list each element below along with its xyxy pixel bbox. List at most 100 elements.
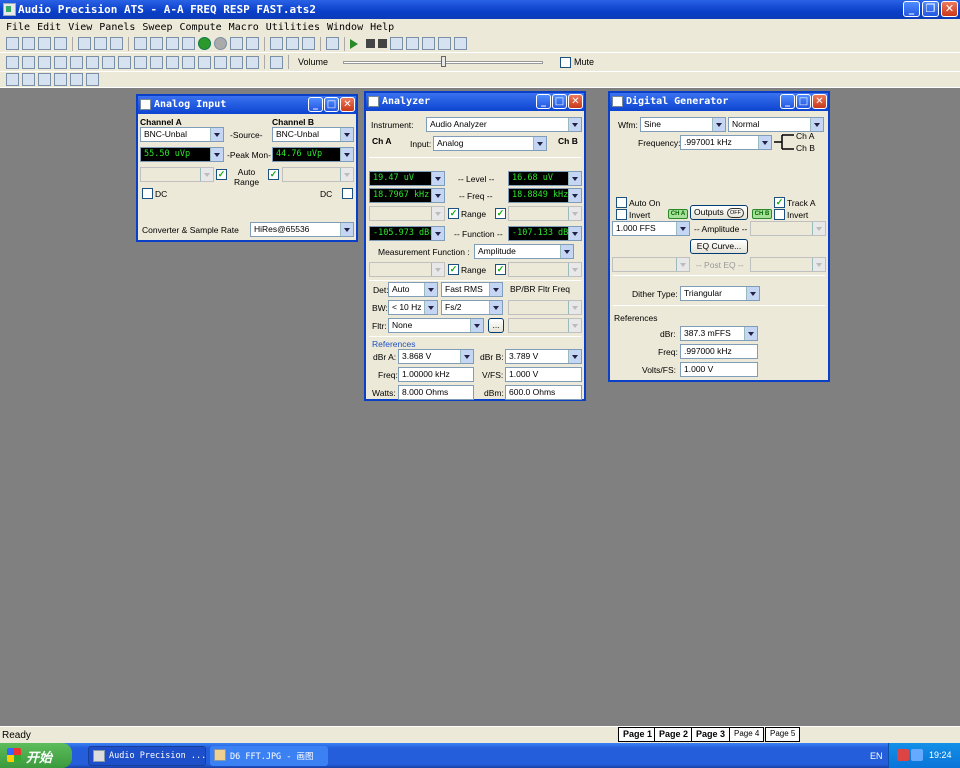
layout-icon[interactable] [326,37,339,50]
volume-slider[interactable] [343,56,544,68]
arrow-down-icon[interactable] [214,55,227,69]
digital-generator-title-bar[interactable]: Digital Generator _ □ ✕ [610,93,828,111]
peak-a-readout[interactable]: 55.50 uVp [140,147,224,162]
compute-1-icon[interactable] [6,73,19,86]
volts-fs-field[interactable]: 1.000 V [680,362,758,377]
page-tab-3[interactable]: Page 3 [691,727,731,742]
wfm-mode-select[interactable]: Normal [728,117,824,132]
save-as-icon[interactable] [54,37,67,50]
chart-icon[interactable] [230,55,243,69]
auto-range-b-checkbox[interactable]: ✓ [268,169,279,180]
digital-generator-minimize[interactable]: _ [780,94,795,109]
save-icon[interactable] [38,37,51,50]
bpbr-freq-field[interactable] [508,300,582,315]
compute-6-icon[interactable] [86,73,99,86]
graph-icon[interactable] [302,37,315,50]
outputs-button[interactable]: Outputs OFF [690,205,748,220]
ref-freq-field[interactable]: 1.00000 kHz [398,367,474,382]
dbrb-field[interactable]: 3.789 V [505,349,582,364]
export-icon[interactable] [110,37,123,50]
post-eq-a-field[interactable] [612,257,690,272]
page-tab-1[interactable]: Page 1 [618,727,658,742]
menu-sweep[interactable]: Sweep [140,22,177,33]
digital-generator-maximize[interactable]: □ [796,94,811,109]
fft-icon[interactable] [102,55,115,69]
eq-curve-button[interactable]: EQ Curve... [690,239,748,254]
cursor-icon[interactable] [454,37,467,50]
gen-ref-freq-field[interactable]: .997000 kHz [680,344,758,359]
paste-panel-icon[interactable] [246,37,259,50]
dbr-field[interactable]: 387.3 mFFS [680,326,758,341]
compute-2-icon[interactable] [22,73,35,86]
instrument-select[interactable]: Audio Analyzer [426,117,582,132]
analyzer-close[interactable]: ✕ [568,94,583,109]
invert-b-checkbox[interactable] [774,209,785,220]
open-icon[interactable] [22,37,35,50]
analog-input-maximize[interactable]: □ [324,97,339,112]
generator-icon[interactable] [166,55,179,69]
menu-panels[interactable]: Panels [97,22,140,33]
settings-panel-icon[interactable] [286,37,299,50]
analyzer-maximize[interactable]: □ [552,94,567,109]
paste-icon[interactable] [182,37,195,50]
digital-generator-close[interactable]: ✕ [812,94,827,109]
bw-high-select[interactable]: Fs/2 [441,300,503,315]
input-select[interactable]: Analog [433,136,547,151]
sweep-icon[interactable] [6,55,19,69]
vfs-field[interactable]: 1.000 V [505,367,582,382]
table-icon[interactable] [246,55,259,69]
analyzer-minimize[interactable]: _ [536,94,551,109]
bw-low-select[interactable]: < 10 Hz [388,300,438,315]
freq-b-readout[interactable]: 18.8849 kHz [508,188,582,203]
clock[interactable]: 19:24 [929,750,952,760]
freq-a-readout[interactable]: 18.7967 kHz [369,188,445,203]
start-button[interactable]: 开始 [0,743,72,768]
post-eq-b-field[interactable] [750,257,826,272]
fltr-b-field[interactable] [508,318,582,333]
new-icon[interactable] [6,37,19,50]
hand-icon[interactable] [390,37,403,50]
range-b-select[interactable] [508,206,582,221]
range2-checkbox[interactable]: ✓ [448,264,459,275]
range-checkbox[interactable]: ✓ [448,208,459,219]
function-a-readout[interactable]: -105.973 dBr A [369,226,445,241]
zoom-icon[interactable] [422,37,435,50]
stop-icon[interactable] [214,37,227,50]
print-icon[interactable] [78,37,91,50]
analog-input-close[interactable]: ✕ [340,97,355,112]
range-a-select[interactable] [140,167,214,182]
compute-3-icon[interactable] [38,73,51,86]
print-preview-icon[interactable] [94,37,107,50]
page-tab-5[interactable]: Page 5 [765,727,801,742]
peak-b-readout[interactable]: 44.76 uVp [272,147,354,162]
digital-io-icon[interactable] [38,55,51,69]
glasses-icon[interactable] [406,37,419,50]
arrow-right-icon[interactable] [198,55,211,69]
lock-icon[interactable] [270,37,283,50]
task-paint[interactable]: D6 FFT.JPG - 画图 [210,746,328,766]
analyzer-title-bar[interactable]: Analyzer _ □ ✕ [366,93,584,111]
auto-on-checkbox[interactable] [616,197,627,208]
auto-range-a-checkbox[interactable]: ✓ [216,169,227,180]
source-a-select[interactable]: BNC-Unbal [140,127,224,142]
cut-icon[interactable] [150,37,163,50]
amplitude-a-field[interactable]: 1.000 FFS [612,221,690,236]
wfm-select[interactable]: Sine [640,117,726,132]
det-type-select[interactable]: Fast RMS [441,282,503,297]
play-icon[interactable] [350,38,363,49]
dbm-field[interactable]: 600.0 Ohms [505,385,582,400]
frequency-field[interactable]: .997001 kHz [680,135,772,150]
range-b-select[interactable] [282,167,354,182]
page-tab-4[interactable]: Page 4 [729,727,765,742]
analog-input-icon[interactable] [22,55,35,69]
dsp-icon[interactable] [70,55,83,69]
undo-icon[interactable] [134,37,147,50]
volume-tray-icon[interactable] [911,749,923,761]
fltr-select[interactable]: None [388,318,484,333]
stop-square-icon[interactable] [378,39,387,48]
menu-utilities[interactable]: Utilities [264,22,325,33]
analog-input-minimize[interactable]: _ [308,97,323,112]
menu-window[interactable]: Window [325,22,368,33]
menu-file[interactable]: File [4,22,35,33]
copy-panel-icon[interactable] [230,37,243,50]
